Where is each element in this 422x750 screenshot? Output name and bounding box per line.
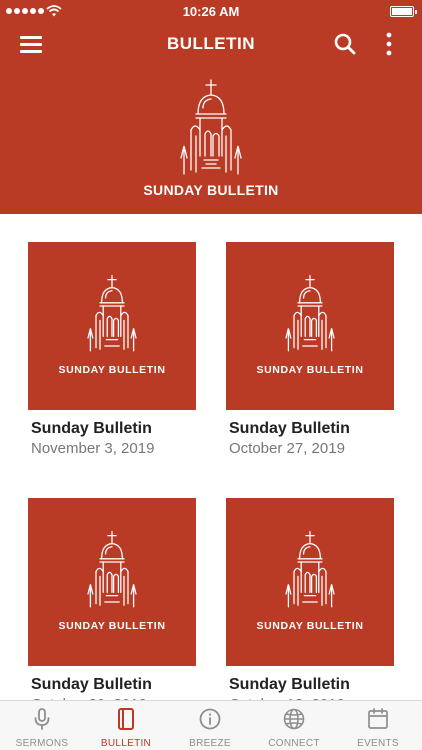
- bulletin-card[interactable]: SUNDAY BULLETINSunday BulletinOctober 20…: [28, 498, 196, 713]
- app-bar: BULLETIN: [0, 24, 422, 64]
- tab-label: SERMONS: [15, 738, 69, 749]
- battery-icon: [390, 6, 417, 17]
- hero-banner: SUNDAY BULLETIN: [0, 64, 422, 214]
- thumbnail-text: SUNDAY BULLETIN: [256, 620, 364, 632]
- tab-connect[interactable]: CONNECT: [252, 701, 336, 750]
- thumbnail-text: SUNDAY BULLETIN: [256, 364, 364, 376]
- bulletin-thumbnail[interactable]: SUNDAY BULLETIN: [226, 242, 394, 410]
- thumbnail-text: SUNDAY BULLETIN: [58, 620, 166, 632]
- calendar-icon: [366, 707, 390, 731]
- bulletin-card[interactable]: SUNDAY BULLETINSunday BulletinOctober 13…: [226, 498, 394, 713]
- tab-label: BULLETIN: [100, 738, 152, 749]
- page-title: BULLETIN: [166, 34, 256, 53]
- church-dome-logo: [28, 530, 196, 615]
- church-dome-logo: [226, 530, 394, 615]
- bulletin-thumbnail[interactable]: SUNDAY BULLETIN: [226, 498, 394, 666]
- card-title[interactable]: Sunday Bulletin: [226, 420, 394, 438]
- bulletin-thumbnail[interactable]: SUNDAY BULLETIN: [28, 242, 196, 410]
- tab-sermons[interactable]: SERMONS: [0, 701, 84, 750]
- tab-events[interactable]: EVENTS: [336, 701, 420, 750]
- tab-bulletin[interactable]: BULLETIN: [84, 701, 168, 750]
- card-title[interactable]: Sunday Bulletin: [28, 676, 196, 694]
- globe-icon: [282, 707, 306, 731]
- search-icon[interactable]: [332, 31, 358, 57]
- more-vertical-icon[interactable]: [378, 30, 400, 58]
- thumbnail-text: SUNDAY BULLETIN: [58, 364, 166, 376]
- church-dome-logo: [226, 274, 394, 359]
- bulletin-thumbnail[interactable]: SUNDAY BULLETIN: [28, 498, 196, 666]
- hero-logo-text: SUNDAY BULLETIN: [143, 182, 279, 198]
- tab-label: EVENTS: [357, 738, 399, 749]
- card-title[interactable]: Sunday Bulletin: [28, 420, 196, 438]
- tab-bar: SERMONS BULLETIN BREEZE CONNECT EVENTS: [0, 700, 422, 750]
- bulletin-icon: [114, 707, 138, 731]
- tab-label: CONNECT: [268, 738, 320, 749]
- card-title[interactable]: Sunday Bulletin: [226, 676, 394, 694]
- tab-breeze[interactable]: BREEZE: [168, 701, 252, 750]
- church-dome-logo: [28, 274, 196, 359]
- bulletin-card[interactable]: SUNDAY BULLETIN Sunday Bulletin November 3…: [28, 242, 196, 457]
- tab-label: BREEZE: [189, 738, 231, 749]
- status-time: 10:26 AM: [182, 4, 240, 19]
- card-date: October 27, 2019: [229, 440, 345, 457]
- microphone-icon: [30, 707, 54, 731]
- card-date: November 3, 2019: [31, 440, 155, 457]
- info-icon: [198, 707, 222, 731]
- status-bar: 10:26 AM: [0, 0, 422, 24]
- church-dome-logo: [0, 78, 422, 183]
- bulletin-card[interactable]: SUNDAY BULLETIN Sunday Bulletin October 27…: [226, 242, 394, 457]
